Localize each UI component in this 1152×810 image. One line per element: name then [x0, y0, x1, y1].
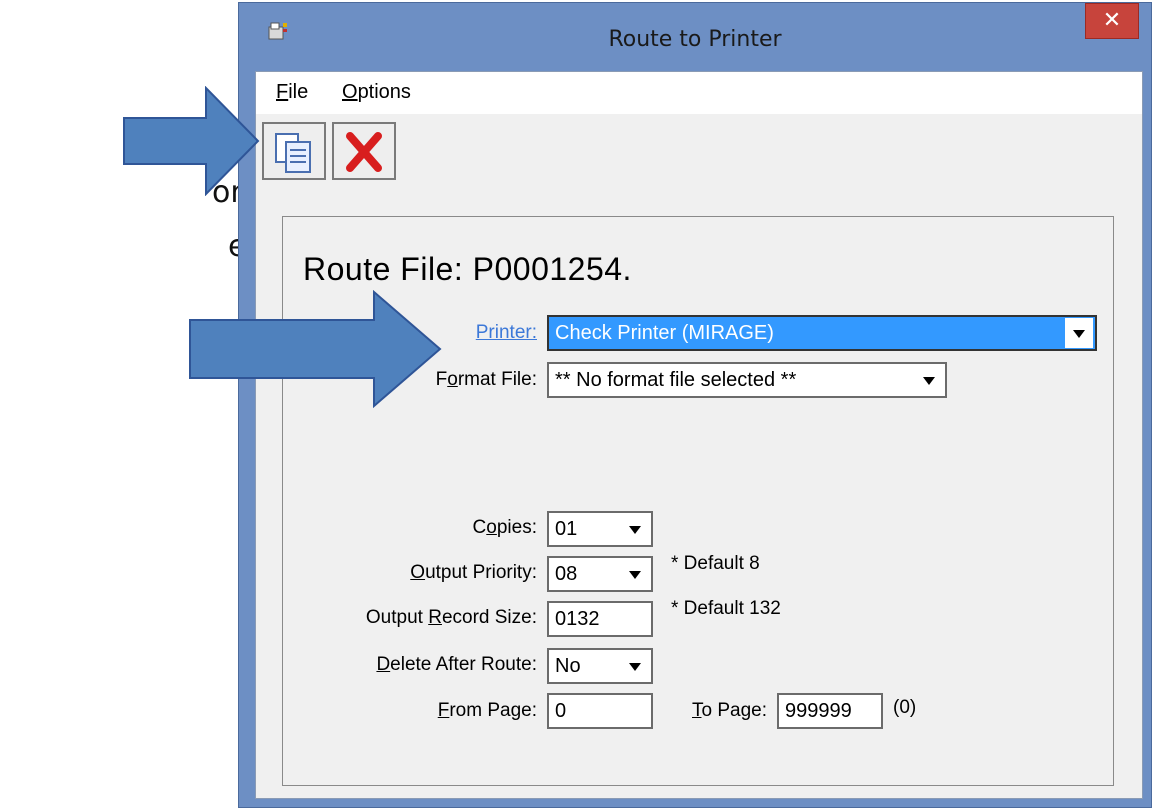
output-priority-select[interactable]: 08 [547, 556, 653, 592]
delete-after-route-label-b: elete After Route: [390, 654, 537, 675]
red-x-icon [346, 132, 382, 172]
output-priority-label: Output Priority: [343, 562, 537, 584]
menu-file-accel: F [276, 81, 289, 103]
copies-select[interactable]: 01 [547, 511, 653, 547]
output-record-size-value: 0132 [555, 608, 600, 630]
to-page-note: (0) [893, 697, 917, 718]
delete-after-route-label-accel: D [376, 654, 391, 675]
output-record-size-label-a: Output [365, 607, 429, 628]
copies-label-accel: o [486, 517, 497, 538]
delete-after-route-label: Delete After Route: [323, 654, 537, 676]
to-page-label: To Page: [673, 700, 767, 722]
chevron-down-icon[interactable] [621, 651, 649, 681]
from-page-label-b: rom Page: [449, 700, 537, 721]
from-page-value: 0 [555, 700, 567, 722]
copy-route-button[interactable] [262, 122, 326, 180]
chevron-down-icon[interactable] [621, 559, 649, 589]
output-record-size-note: * Default 132 [671, 598, 781, 619]
output-record-size-input[interactable]: 0132 [547, 601, 653, 637]
route-file-heading: Route File: P0001254. [303, 251, 632, 287]
format-file-label-b: rmat File: [457, 369, 537, 390]
output-priority-value: 08 [555, 563, 578, 585]
copies-label: Copies: [363, 517, 537, 539]
window-client-area: File Options Route File: P0001254. Print… [255, 71, 1143, 799]
callout-arrow-printer [189, 290, 442, 408]
copies-label-a: C [472, 517, 487, 538]
toolbar [256, 114, 1142, 180]
to-page-input[interactable]: 999999 [777, 693, 883, 729]
menu-bar: File Options [256, 72, 1142, 114]
chevron-down-icon[interactable] [621, 514, 649, 544]
menu-file[interactable]: File [276, 81, 308, 104]
output-record-size-label: Output Record Size: [303, 607, 537, 629]
chevron-down-icon[interactable] [1065, 318, 1093, 348]
output-record-size-label-accel: R [428, 607, 442, 628]
format-file-select[interactable]: ** No format file selected ** [547, 362, 947, 398]
output-priority-label-accel: O [410, 562, 426, 583]
printer-label: Printer: [475, 322, 537, 343]
output-priority-label-b: utput Priority: [425, 562, 537, 583]
close-button[interactable]: ✕ [1085, 3, 1139, 39]
to-page-label-accel: T [692, 700, 702, 721]
to-page-label-b: o Page: [701, 700, 768, 721]
cancel-button[interactable] [332, 122, 396, 180]
delete-after-route-value: No [555, 655, 581, 677]
copies-label-b: pies: [496, 517, 537, 538]
from-page-label-accel: F [437, 700, 450, 721]
format-file-label-accel: o [447, 369, 458, 390]
window-title: Route to Printer [608, 27, 782, 52]
to-page-value: 999999 [785, 700, 852, 722]
menu-options-rest: ptions [357, 81, 411, 103]
menu-options[interactable]: Options [342, 81, 411, 104]
title-bar[interactable]: Route to Printer ✕ [239, 3, 1151, 73]
printer-select-value: Check Printer (MIRAGE) [555, 322, 774, 344]
delete-after-route-select[interactable]: No [547, 648, 653, 684]
menu-options-accel: O [342, 81, 358, 103]
printer-select[interactable]: Check Printer (MIRAGE) [547, 315, 1097, 351]
format-file-value: ** No format file selected ** [555, 369, 797, 391]
output-record-size-label-b: ecord Size: [441, 607, 537, 628]
from-page-input[interactable]: 0 [547, 693, 653, 729]
from-page-label: From Page: [363, 700, 537, 722]
output-priority-note: * Default 8 [671, 553, 760, 574]
menu-file-rest: ile [288, 81, 309, 103]
chevron-down-icon[interactable] [915, 365, 943, 395]
callout-arrow-toolbar [123, 86, 260, 196]
copies-value: 01 [555, 518, 578, 540]
copy-pages-icon [275, 133, 311, 173]
